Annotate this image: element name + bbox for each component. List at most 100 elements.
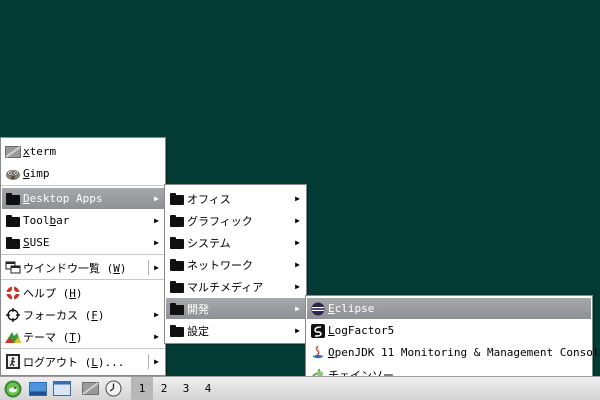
- menu-item-logout-label: )...: [97, 355, 125, 369]
- menu-item-desktop-apps-mnemonic: D: [23, 192, 30, 205]
- menu-item-office-label: オフィス: [187, 192, 231, 206]
- folder-icon: [5, 214, 21, 228]
- workspace-1-button[interactable]: 1: [131, 377, 153, 400]
- gimp-icon: [5, 167, 21, 181]
- menu-vertical-separator: [148, 260, 149, 275]
- menu-item-window-list-label: ): [119, 261, 127, 275]
- workspace-3-label: 3: [182, 382, 190, 395]
- menu-separator: [1, 348, 165, 349]
- menu-item-window-list[interactable]: ウインドウ一覧 (W) ▶: [2, 257, 164, 278]
- menu-item-system-label: システム: [187, 236, 231, 250]
- menu-item-settings[interactable]: 設定 ▶: [166, 320, 305, 341]
- development-menu: Eclipse LogFactor5 OpenJDK 11 Monitoring…: [305, 295, 600, 386]
- submenu-arrow-icon: ▶: [295, 282, 300, 291]
- suse-gecko-icon[interactable]: [4, 380, 22, 397]
- menu-item-help[interactable]: ヘルプ (H): [2, 282, 164, 303]
- menu-item-network-label: ネットワーク: [187, 258, 253, 272]
- submenu-arrow-icon: ▶: [295, 260, 300, 269]
- submenu-arrow-icon: ▶: [295, 216, 300, 225]
- menu-item-suse-label: USE: [29, 236, 50, 249]
- menu-item-suse-mnemonic: S: [23, 236, 30, 249]
- terminal-icon: [5, 145, 21, 159]
- menu-item-theme-mnemonic: T: [69, 330, 76, 344]
- menu-item-network[interactable]: ネットワーク ▶: [166, 254, 305, 275]
- desktop-icon[interactable]: [29, 380, 47, 397]
- menu-item-logfactor5[interactable]: LogFactor5: [307, 320, 591, 341]
- menu-item-window-list-mnemonic: W: [113, 261, 120, 275]
- menu-item-settings-label: 設定: [187, 324, 209, 338]
- menu-item-multimedia-label: マルチメディア: [187, 280, 264, 294]
- crosshair-icon: [5, 307, 21, 322]
- menu-item-toolbar[interactable]: Toolbar ▶: [2, 210, 164, 231]
- menu-item-focus-mnemonic: F: [91, 308, 98, 322]
- menu-item-theme-label: ): [75, 330, 83, 344]
- logfactor-icon: [310, 323, 326, 338]
- folder-icon: [169, 302, 185, 316]
- submenu-arrow-icon: ▶: [295, 194, 300, 203]
- eclipse-icon: [310, 302, 326, 316]
- root-menu: xterm Gimp Desktop Apps ▶ Toolbar ▶ SUSE…: [0, 137, 166, 376]
- menu-item-window-list-pre: ウインドウ一覧 (: [23, 261, 114, 275]
- menu-item-toolbar-pre: Tool: [23, 214, 50, 227]
- folder-icon: [169, 214, 185, 228]
- submenu-arrow-icon: ▶: [295, 238, 300, 247]
- workspace-2-label: 2: [160, 382, 168, 395]
- menu-separator: [1, 185, 165, 186]
- folder-icon: [169, 258, 185, 272]
- menu-item-gimp-mnemonic: G: [23, 167, 30, 180]
- folder-icon: [169, 280, 185, 294]
- menu-item-suse[interactable]: SUSE ▶: [2, 232, 164, 253]
- menu-item-logout[interactable]: ログアウト (L)... ▶: [2, 351, 164, 372]
- clock-icon[interactable]: [104, 380, 122, 397]
- menu-item-theme-pre: テーマ (: [23, 330, 70, 344]
- java-icon: [310, 345, 326, 360]
- submenu-arrow-icon: ▶: [295, 304, 300, 313]
- menu-item-help-mnemonic: H: [69, 286, 76, 300]
- menu-vertical-separator: [148, 354, 149, 369]
- workspace-4-label: 4: [204, 382, 212, 395]
- menu-item-gimp-label: imp: [29, 167, 50, 180]
- submenu-arrow-icon: ▶: [154, 194, 159, 203]
- menu-separator: [1, 279, 165, 280]
- submenu-arrow-icon: ▶: [154, 238, 159, 247]
- menu-item-xterm-label: term: [29, 145, 57, 158]
- menu-item-openjdk-console[interactable]: OpenJDK 11 Monitoring & Management Conso…: [307, 342, 600, 363]
- menu-item-logfactor5-label: ogFactor5: [334, 324, 395, 337]
- submenu-arrow-icon: ▶: [154, 263, 159, 272]
- submenu-arrow-icon: ▶: [154, 357, 159, 366]
- workspace-1-label: 1: [138, 382, 146, 395]
- menu-item-eclipse[interactable]: Eclipse: [307, 298, 591, 319]
- menu-item-development-label: 開発: [187, 302, 209, 316]
- menu-item-eclipse-mnemonic: E: [328, 302, 335, 315]
- folder-icon: [5, 192, 21, 206]
- workspace-2-button[interactable]: 2: [153, 377, 175, 400]
- menu-item-xterm[interactable]: xterm: [2, 141, 164, 162]
- menu-item-graphics[interactable]: グラフィック ▶: [166, 210, 305, 231]
- submenu-arrow-icon: ▶: [154, 310, 159, 319]
- menu-item-development[interactable]: 開発 ▶: [166, 298, 305, 319]
- folder-icon: [169, 324, 185, 338]
- submenu-arrow-icon: ▶: [295, 326, 300, 335]
- menu-item-focus-label: ): [97, 308, 105, 322]
- menu-item-focus[interactable]: フォーカス (F) ▶: [2, 304, 164, 325]
- menu-item-xterm-mnemonic: x: [23, 145, 30, 158]
- menu-item-graphics-label: グラフィック: [187, 214, 253, 228]
- menu-item-system[interactable]: システム ▶: [166, 232, 305, 253]
- workspace-4-button[interactable]: 4: [197, 377, 219, 400]
- menu-item-openjdk-console-label: penJDK 11 Monitoring & Management Consol…: [334, 346, 600, 359]
- terminal-icon[interactable]: [81, 380, 99, 397]
- menu-item-desktop-apps[interactable]: Desktop Apps ▶: [2, 188, 164, 209]
- menu-item-multimedia[interactable]: マルチメディア ▶: [166, 276, 305, 297]
- menu-item-theme[interactable]: テーマ (T) ▶: [2, 326, 164, 347]
- menu-item-gimp[interactable]: Gimp: [2, 163, 164, 184]
- menu-item-openjdk-console-mnemonic: O: [328, 346, 335, 359]
- menu-item-help-label: ): [75, 286, 83, 300]
- window-icon[interactable]: [53, 380, 71, 397]
- workspace-3-button[interactable]: 3: [175, 377, 197, 400]
- menu-item-help-pre: ヘルプ (: [23, 286, 70, 300]
- menu-item-office[interactable]: オフィス ▶: [166, 188, 305, 209]
- menu-item-logout-mnemonic: L: [91, 355, 98, 369]
- palette-icon: [5, 330, 21, 344]
- exit-door-icon: [5, 354, 21, 369]
- folder-icon: [169, 192, 185, 206]
